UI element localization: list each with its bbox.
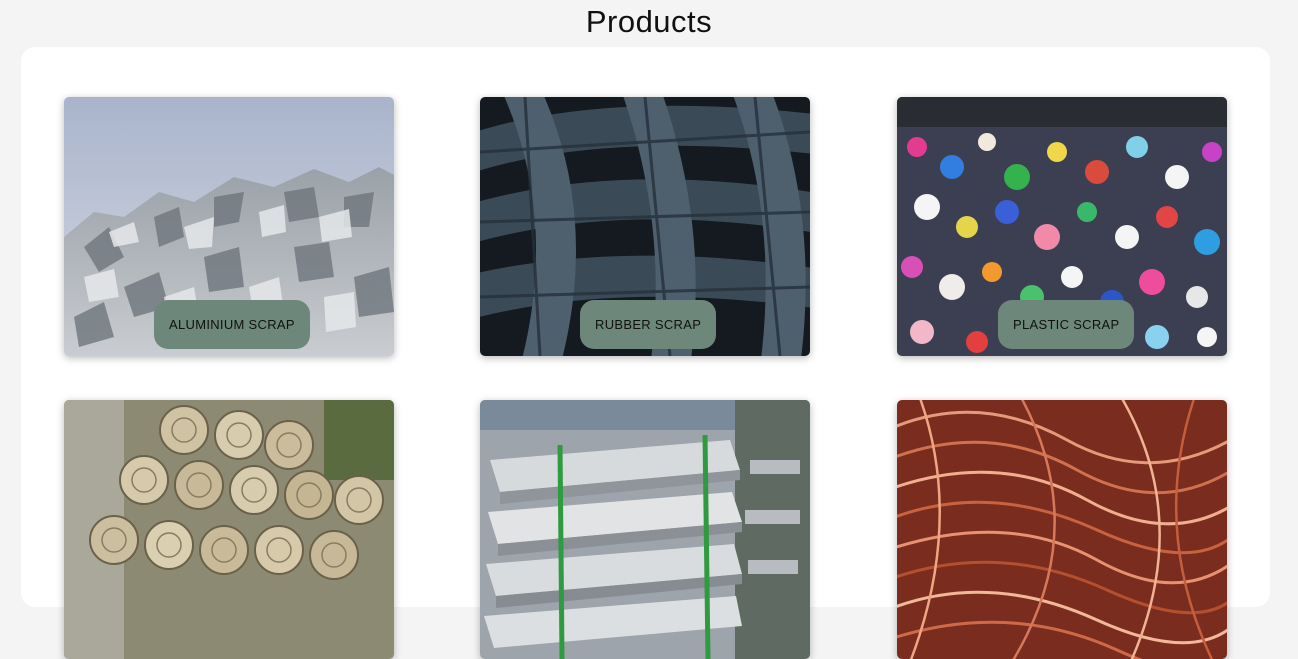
product-card-ingots[interactable] (480, 400, 810, 659)
product-card-rolled-sheets[interactable] (64, 400, 394, 659)
rolled-metal-sheets-image (64, 400, 394, 659)
copper-wire-image (897, 400, 1227, 659)
aluminium-ingots-image (480, 400, 810, 659)
aluminium-scrap-button[interactable]: ALUMINIUM SCRAP (154, 300, 310, 349)
page-title: Products (585, 4, 713, 39)
product-card-plastic[interactable]: PLASTIC SCRAP (897, 97, 1227, 356)
plastic-scrap-button[interactable]: PLASTIC SCRAP (998, 300, 1135, 349)
product-card-copper[interactable] (897, 400, 1227, 659)
rubber-scrap-button[interactable]: RUBBER SCRAP (580, 300, 717, 349)
product-card-aluminium[interactable]: ALUMINIUM SCRAP (64, 97, 394, 356)
product-card-rubber[interactable]: RUBBER SCRAP (480, 97, 810, 356)
